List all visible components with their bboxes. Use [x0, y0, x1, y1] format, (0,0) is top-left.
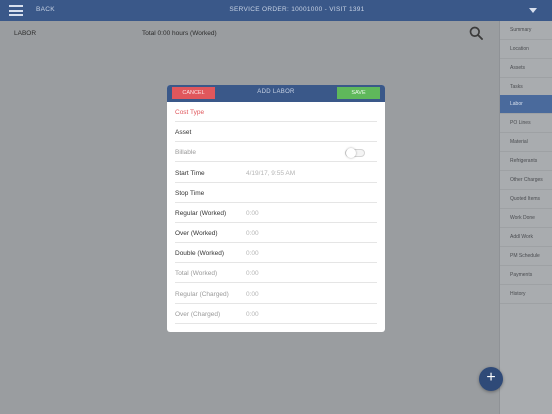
- field-value: 0:00: [246, 270, 259, 277]
- sidebar-item-payments[interactable]: Payments: [500, 266, 552, 285]
- dialog-title: ADD LABOR: [257, 89, 295, 95]
- field-label: Double (Worked): [175, 250, 225, 257]
- field-value: 0:00: [246, 210, 259, 217]
- cancel-button[interactable]: CANCEL: [172, 87, 215, 99]
- sidebar-item-summary[interactable]: Summary: [500, 21, 552, 40]
- field-regular-charged: Regular (Charged) 0:00: [175, 284, 377, 304]
- add-labor-dialog: CANCEL ADD LABOR SAVE Cost Type Asset Bi…: [167, 85, 385, 332]
- dialog-header: CANCEL ADD LABOR SAVE: [167, 85, 385, 102]
- field-value: 0:00: [246, 230, 259, 237]
- billable-toggle[interactable]: [345, 148, 365, 158]
- field-value: 4/19/17, 9:55 AM: [246, 170, 296, 177]
- field-value: 0:00: [246, 250, 259, 257]
- field-billable: Billable: [175, 142, 377, 162]
- sidebar-item-assets[interactable]: Assets: [500, 59, 552, 78]
- field-over-charged: Over (Charged) 0:00: [175, 304, 377, 324]
- field-label: Start Time: [175, 170, 205, 177]
- field-label: Over (Worked): [175, 230, 218, 237]
- sidebar-item-labor[interactable]: Labor: [500, 95, 552, 114]
- sidebar-item-refrigerants[interactable]: Refrigerants: [500, 152, 552, 171]
- field-label: Total (Worked): [175, 270, 218, 277]
- field-total-worked: Total (Worked) 0:00: [175, 263, 377, 283]
- section-sidebar: Summary Location Assets Tasks Labor PO L…: [499, 21, 552, 414]
- sidebar-item-material[interactable]: Material: [500, 133, 552, 152]
- top-bar: BACK SERVICE ORDER: 10001000 - VISIT 139…: [0, 0, 552, 21]
- sidebar-item-po-lines[interactable]: PO Lines: [500, 114, 552, 133]
- hamburger-icon[interactable]: [9, 5, 23, 16]
- caret-down-icon[interactable]: [529, 8, 537, 13]
- sidebar-item-work-done[interactable]: Work Done: [500, 209, 552, 228]
- field-label: Over (Charged): [175, 311, 221, 318]
- field-value: 0:00: [246, 291, 259, 298]
- field-regular-worked[interactable]: Regular (Worked) 0:00: [175, 203, 377, 223]
- plus-icon: +: [486, 369, 496, 386]
- search-icon[interactable]: [469, 26, 483, 40]
- field-double-worked[interactable]: Double (Worked) 0:00: [175, 243, 377, 263]
- field-label: Asset: [175, 129, 192, 136]
- sidebar-item-pm-schedule[interactable]: PM Schedule: [500, 247, 552, 266]
- field-label: Cost Type: [175, 109, 205, 116]
- save-button[interactable]: SAVE: [337, 87, 380, 99]
- sidebar-item-quoted-items[interactable]: Quoted Items: [500, 190, 552, 209]
- field-stop-time[interactable]: Stop Time: [175, 183, 377, 203]
- toggle-knob: [346, 148, 356, 158]
- section-header: LABOR Total 0:00 hours (Worked): [0, 21, 499, 45]
- field-label: Regular (Worked): [175, 210, 227, 217]
- field-over-worked[interactable]: Over (Worked) 0:00: [175, 223, 377, 243]
- field-value: 0:00: [246, 311, 259, 318]
- total-hours: Total 0:00 hours (Worked): [142, 30, 217, 37]
- field-cost-type[interactable]: Cost Type: [175, 102, 377, 122]
- field-label: Billable: [175, 149, 196, 156]
- section-title: LABOR: [14, 30, 37, 37]
- field-label: Regular (Charged): [175, 291, 229, 298]
- sidebar-item-addl-work[interactable]: Addl Work: [500, 228, 552, 247]
- back-button[interactable]: BACK: [36, 6, 55, 13]
- sidebar-item-other-charges[interactable]: Other Charges: [500, 171, 552, 190]
- sidebar-item-location[interactable]: Location: [500, 40, 552, 59]
- field-asset[interactable]: Asset: [175, 122, 377, 142]
- sidebar-item-history[interactable]: History: [500, 285, 552, 304]
- add-button[interactable]: +: [479, 367, 503, 391]
- field-label: Stop Time: [175, 190, 205, 197]
- field-start-time[interactable]: Start Time 4/19/17, 9:55 AM: [175, 163, 377, 183]
- page-title: SERVICE ORDER: 10001000 - VISIT 1391: [229, 6, 365, 13]
